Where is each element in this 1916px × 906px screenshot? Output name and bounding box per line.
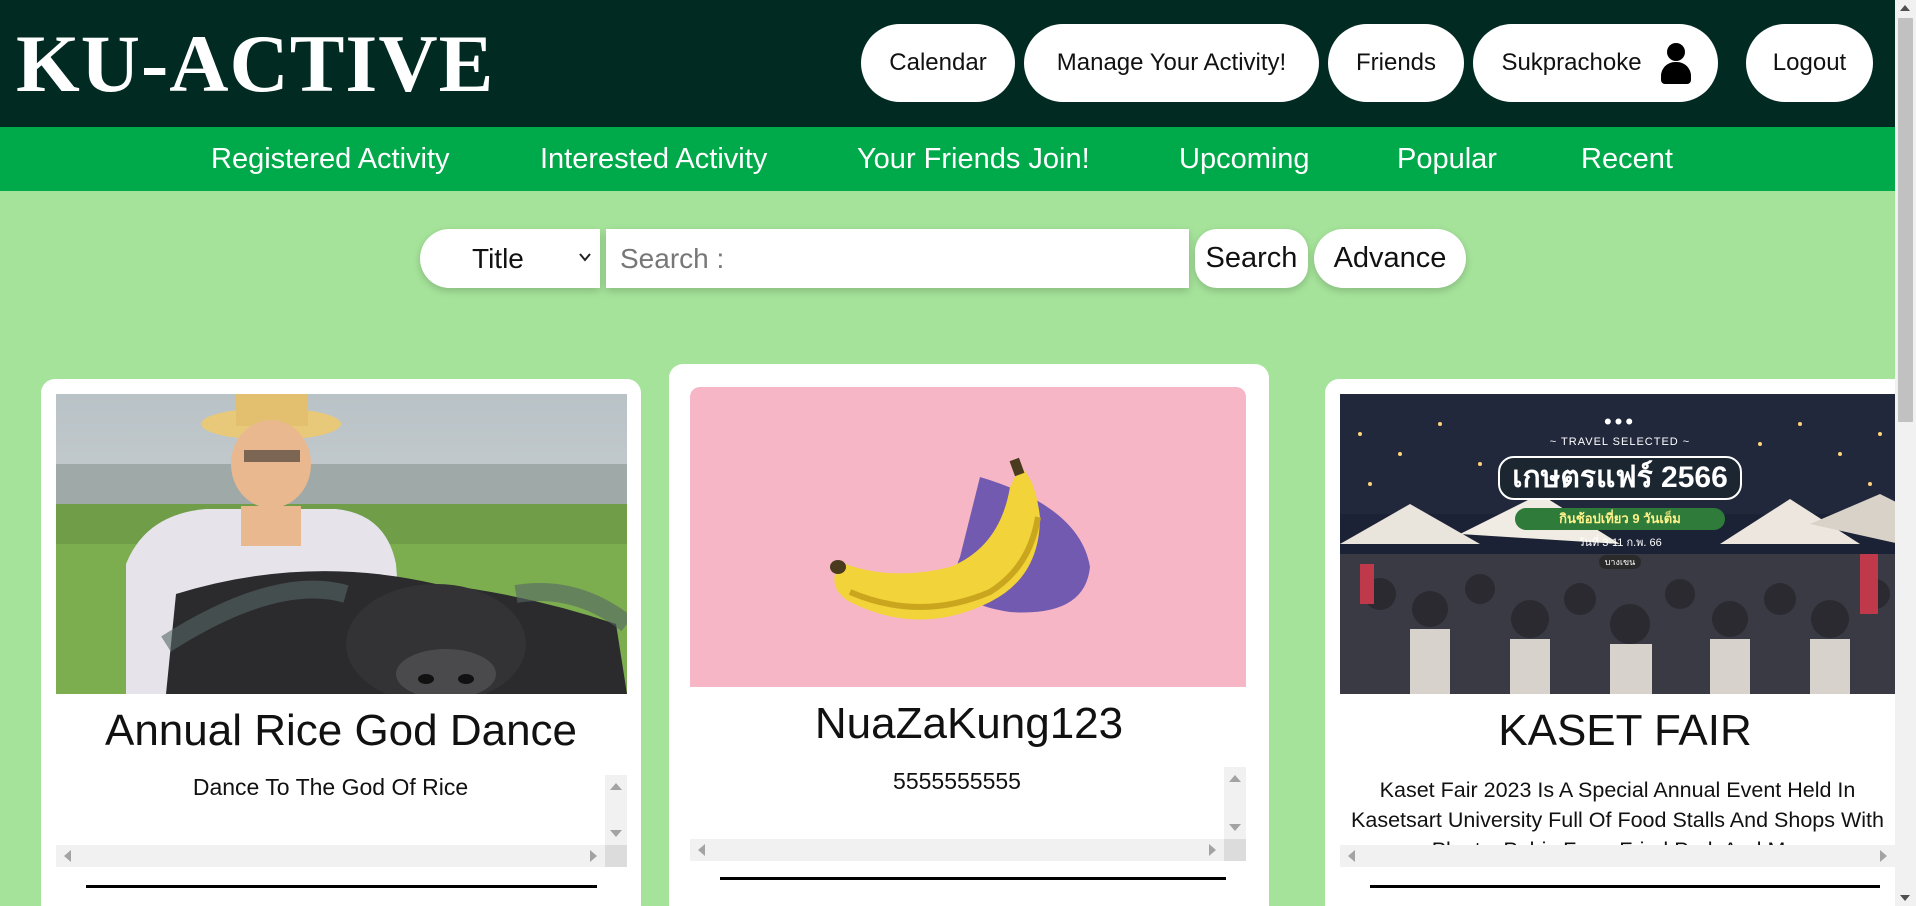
- description-horizontal-scrollbar[interactable]: [56, 845, 605, 867]
- poster-text: ••• ~ TRAVEL SELECTED ~ เกษตรแฟร์ 2566 ก…: [1340, 411, 1900, 570]
- nav-recent[interactable]: Recent: [1581, 127, 1673, 191]
- scroll-down-icon[interactable]: [1229, 824, 1241, 831]
- chevron-down-icon: [578, 245, 592, 276]
- logout-button-label: Logout: [1772, 49, 1847, 76]
- search-field-select[interactable]: Title: [420, 229, 600, 288]
- nav-interested-activity[interactable]: Interested Activity: [540, 127, 767, 191]
- scroll-up-icon[interactable]: [610, 783, 622, 790]
- poster-line-1: ~ TRAVEL SELECTED ~: [1549, 436, 1691, 448]
- advance-button-label: Advance: [1333, 242, 1447, 274]
- card-title: Annual Rice God Dance: [104, 706, 578, 755]
- category-nav: Registered Activity Interested Activity …: [0, 127, 1895, 191]
- activity-card[interactable]: NuaZaKung123 5555555555: [669, 364, 1269, 906]
- scroll-right-icon[interactable]: [590, 850, 597, 862]
- page-vertical-scrollbar[interactable]: [1895, 0, 1916, 906]
- nav-registered-activity[interactable]: Registered Activity: [211, 127, 450, 191]
- scroll-down-icon[interactable]: [610, 830, 622, 837]
- activity-card[interactable]: ••• ~ TRAVEL SELECTED ~ เกษตรแฟร์ 2566 ก…: [1325, 379, 1916, 906]
- app-logo[interactable]: KU-ACTIVE: [16, 14, 494, 114]
- poster-line-4: วันที่ 3-11 ก.พ. 66: [1578, 537, 1662, 549]
- card-divider: [86, 885, 597, 888]
- friends-button-label: Friends: [1355, 49, 1437, 76]
- scroll-right-icon[interactable]: [1209, 844, 1216, 856]
- poster-line-5: บางเขน: [1598, 555, 1642, 569]
- description-horizontal-scrollbar[interactable]: [1340, 845, 1895, 867]
- card-title: KASET FAIR: [1498, 706, 1752, 755]
- logout-button[interactable]: Logout: [1746, 24, 1873, 102]
- card-description: 5555555555: [893, 768, 1021, 794]
- search-field-value: Title: [472, 242, 524, 274]
- manage-activity-label: Manage Your Activity!: [1056, 49, 1287, 76]
- card-description: Dance To The God Of Rice: [192, 774, 469, 800]
- manage-activity-button[interactable]: Manage Your Activity!: [1024, 24, 1319, 102]
- poster-line-2: เกษตรแฟร์ 2566: [1498, 456, 1742, 500]
- card-description: Kaset Fair 2023 Is A Special Annual Even…: [1351, 778, 1884, 845]
- scrollbar-thumb[interactable]: [1898, 18, 1913, 422]
- kaset-fair-poster: ••• ~ TRAVEL SELECTED ~ เกษตรแฟร์ 2566 ก…: [1340, 394, 1900, 694]
- search-button[interactable]: Search: [1195, 229, 1308, 288]
- description-vertical-scrollbar[interactable]: [1224, 767, 1246, 839]
- scroll-up-icon[interactable]: [1900, 5, 1910, 11]
- user-profile-button[interactable]: Sukprachoke: [1473, 24, 1718, 102]
- scroll-left-icon[interactable]: [1348, 850, 1355, 862]
- scrollbar-corner: [1224, 839, 1246, 861]
- calendar-button-label: Calendar: [889, 49, 987, 76]
- search-input[interactable]: [606, 229, 1189, 288]
- advance-search-button[interactable]: Advance: [1314, 229, 1466, 288]
- description-horizontal-scrollbar[interactable]: [690, 839, 1224, 861]
- card-divider: [720, 877, 1226, 880]
- search-button-label: Search: [1205, 242, 1298, 274]
- top-header: KU-ACTIVE Calendar Manage Your Activity!…: [0, 0, 1895, 127]
- scroll-right-icon[interactable]: [1880, 850, 1887, 862]
- person-icon: [1660, 43, 1691, 84]
- scroll-left-icon[interactable]: [64, 850, 71, 862]
- card-divider: [1370, 885, 1880, 888]
- calendar-button[interactable]: Calendar: [861, 24, 1015, 102]
- nav-upcoming[interactable]: Upcoming: [1179, 127, 1310, 191]
- scroll-left-icon[interactable]: [698, 844, 705, 856]
- description-vertical-scrollbar[interactable]: [605, 775, 627, 845]
- banana-photo: [690, 387, 1246, 687]
- person-with-buffalo-photo: [56, 394, 627, 694]
- activity-card[interactable]: Annual Rice God Dance Dance To The God O…: [41, 379, 641, 906]
- scrollbar-corner: [605, 845, 627, 867]
- nav-popular[interactable]: Popular: [1397, 127, 1497, 191]
- nav-friends-join[interactable]: Your Friends Join!: [857, 127, 1090, 191]
- poster-line-3: กินช้อปเที่ยว 9 วันเต็ม: [1515, 508, 1725, 530]
- scroll-up-icon[interactable]: [1229, 775, 1241, 782]
- friends-button[interactable]: Friends: [1328, 24, 1464, 102]
- scroll-down-icon[interactable]: [1900, 895, 1910, 901]
- user-name: Sukprachoke: [1501, 49, 1642, 76]
- card-title: NuaZaKung123: [814, 699, 1124, 748]
